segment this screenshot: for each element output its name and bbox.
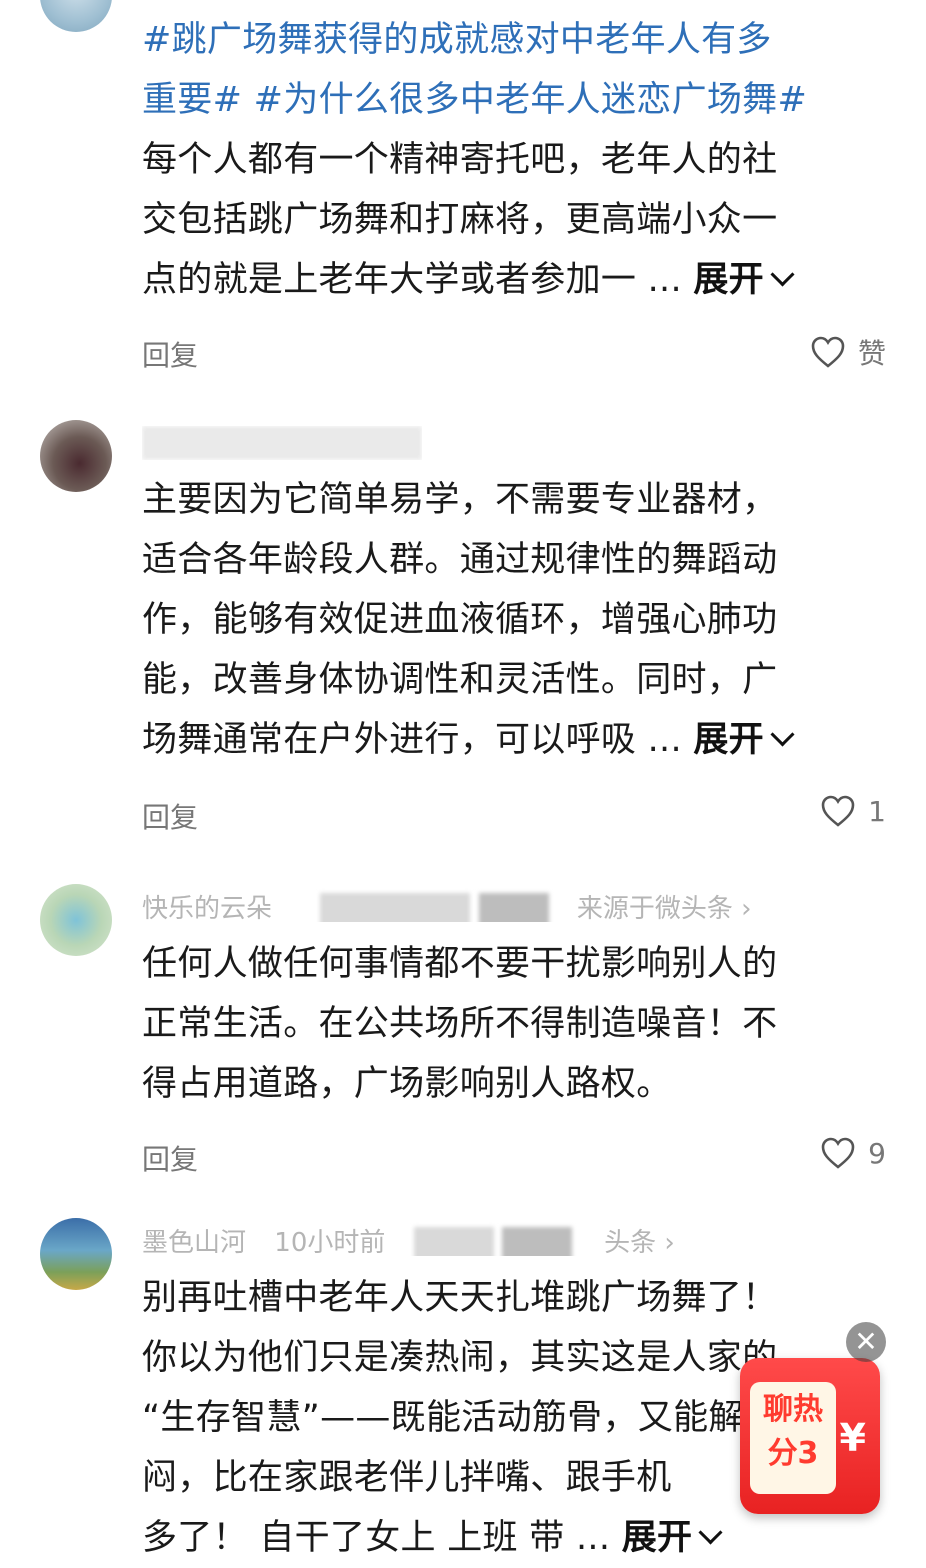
author-name[interactable]: 墨色山河 (142, 1228, 246, 1256)
topic-tag-line[interactable]: 重要# #为什么很多中老年人迷恋广场舞# (142, 70, 884, 130)
red-packet-widget[interactable]: 聊热 分3 ¥ (740, 1358, 880, 1514)
heart-icon (811, 336, 845, 368)
comment-time: 10小时前 (274, 1228, 386, 1256)
close-icon[interactable]: ✕ (846, 1322, 886, 1362)
heart-icon (821, 795, 855, 827)
comment-text: #跳广场舞获得的成就感对中老年人有多 重要# #为什么很多中老年人迷恋广场舞# … (142, 10, 884, 310)
reply-button[interactable]: 回复 (142, 796, 198, 836)
red-packet-label: 聊热 分3 (750, 1382, 836, 1494)
source-link[interactable]: 来源于微头条 › (577, 894, 752, 922)
expand-button[interactable]: 展开 (622, 1518, 723, 1558)
heart-icon (821, 1137, 855, 1169)
comment-meta (142, 426, 422, 460)
comment-text: 任何人做任何事情都不要干扰影响别人的 正常生活。在公共场所不得制造噪音！不 得占… (142, 944, 778, 1104)
like-button[interactable]: 赞 (810, 332, 886, 372)
chevron-down-icon (698, 1520, 723, 1545)
comment-meta: 快乐的云朵 来源于微头条 › (142, 888, 751, 922)
like-button[interactable]: 1 (820, 794, 886, 828)
like-button[interactable]: 9 (820, 1136, 886, 1170)
topic-tag-line[interactable]: #跳广场舞获得的成就感对中老年人有多 (142, 10, 884, 70)
like-count: 9 (868, 1136, 886, 1170)
author-name[interactable]: 快乐的云朵 (142, 894, 272, 922)
reply-button[interactable]: 回复 (142, 334, 198, 374)
chevron-down-icon (770, 262, 795, 287)
comment-meta: 墨色山河 10小时前 头条 › (142, 1222, 675, 1256)
expand-button[interactable]: 展开 (693, 720, 795, 760)
avatar[interactable] (40, 420, 112, 492)
avatar[interactable] (40, 0, 112, 32)
like-label: 赞 (857, 337, 886, 370)
expand-button[interactable]: 展开 (693, 260, 795, 300)
like-count: 1 (868, 794, 886, 828)
avatar[interactable] (40, 1218, 112, 1290)
reply-button[interactable]: 回复 (142, 1138, 198, 1178)
comment-text: 主要因为它简单易学，不需要专业器材， 适合各年龄段人群。通过规律性的舞蹈动 作，… (142, 470, 884, 770)
source-link[interactable]: 头条 › (604, 1228, 675, 1256)
avatar[interactable] (40, 884, 112, 956)
yen-icon: ¥ (839, 1416, 866, 1460)
chevron-down-icon (770, 722, 795, 747)
